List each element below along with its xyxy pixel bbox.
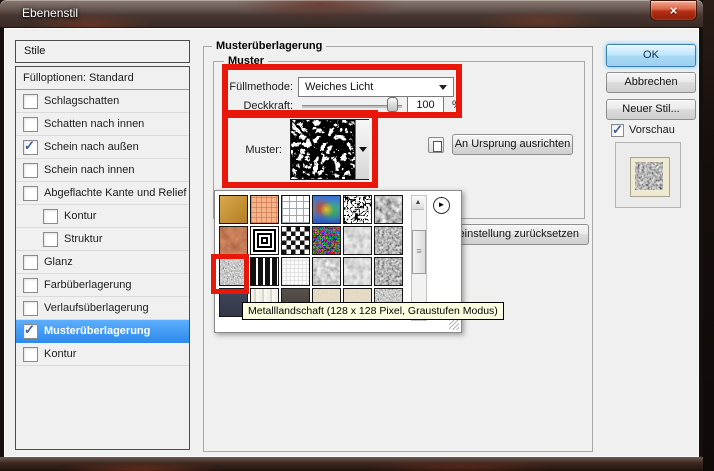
blend-mode-label: Füllmethode: bbox=[229, 81, 293, 93]
style-label: Schein nach außen bbox=[44, 141, 139, 153]
pattern-swatch-confetti[interactable] bbox=[312, 226, 341, 255]
chevron-down-icon bbox=[359, 147, 367, 152]
pattern-swatch-ochre[interactable] bbox=[219, 195, 248, 224]
scrollbar-thumb[interactable]: ≡ bbox=[412, 230, 426, 274]
sidebar-item-glanz[interactable]: Glanz bbox=[16, 251, 189, 274]
sidebar-item-farbüberlagerung[interactable]: Farbüberlagerung bbox=[16, 274, 189, 297]
layer-style-list: Fülloptionen: Standard Schlagschatten Scha… bbox=[15, 66, 190, 450]
style-checkbox[interactable] bbox=[23, 116, 38, 132]
pattern-swatch-op-art-checker[interactable] bbox=[281, 226, 310, 255]
sidebar-item-kontur[interactable]: Kontur bbox=[16, 205, 189, 228]
sidebar-item-verlaufsüberlagerung[interactable]: Verlaufsüberlagerung bbox=[16, 297, 189, 320]
pattern-swatch-faint-grid[interactable] bbox=[281, 257, 310, 286]
style-checkbox[interactable] bbox=[23, 277, 38, 293]
picker-flyout-menu-icon[interactable]: ► bbox=[433, 197, 450, 214]
opacity-label: Deckkraft: bbox=[243, 100, 293, 112]
scroll-up-icon[interactable]: ▲ bbox=[412, 196, 424, 210]
pattern-swatch-dark-noise[interactable] bbox=[374, 226, 403, 255]
sidebar-item-schein-nach-außen[interactable]: ✓ Schein nach außen bbox=[16, 136, 189, 159]
close-button[interactable]: × bbox=[650, 0, 697, 21]
style-checkbox[interactable] bbox=[23, 346, 38, 362]
pattern-swatch-rust[interactable] bbox=[219, 226, 248, 255]
style-label: Verlaufsüberlagerung bbox=[44, 302, 149, 314]
pattern-group-title: Muster bbox=[224, 55, 269, 68]
pattern-swatch-soft-blobs[interactable] bbox=[343, 226, 372, 255]
pattern-swatch-dash-rows[interactable] bbox=[250, 257, 279, 286]
style-label: Schlagschatten bbox=[44, 95, 120, 107]
blend-mode-value: Weiches Licht bbox=[305, 81, 374, 93]
opacity-value-field[interactable]: 100 bbox=[407, 96, 444, 115]
ok-button[interactable]: OK bbox=[606, 44, 696, 67]
check-icon: ✓ bbox=[24, 137, 35, 153]
pattern-swatch-coarse-noise[interactable] bbox=[374, 257, 403, 286]
style-label: Abgeflachte Kante und Relief bbox=[44, 187, 187, 199]
style-checkbox[interactable]: ✓ bbox=[23, 137, 38, 155]
preview-checkbox-label: Vorschau bbox=[629, 124, 675, 136]
sidebar-item-schatten-nach-innen[interactable]: Schatten nach innen bbox=[16, 113, 189, 136]
pattern-tooltip: Metalllandschaft (128 x 128 Pixel, Graus… bbox=[242, 302, 504, 320]
close-icon: × bbox=[669, 3, 678, 18]
style-label: Schein nach innen bbox=[44, 164, 135, 176]
style-preview-inner bbox=[630, 157, 670, 197]
pattern-swatch-cloud-noise[interactable] bbox=[343, 257, 372, 286]
pattern-swatch-ink-scribble[interactable] bbox=[343, 195, 372, 224]
style-checkbox[interactable] bbox=[23, 300, 38, 316]
picker-resize-grip[interactable] bbox=[449, 320, 459, 330]
pattern-overlay-group-title: Musterüberlagerung bbox=[212, 40, 327, 53]
opacity-slider-thumb[interactable] bbox=[387, 97, 398, 112]
style-label: Schatten nach innen bbox=[44, 118, 145, 130]
style-checkbox[interactable] bbox=[43, 208, 58, 224]
pattern-swatch-metal-landscape[interactable] bbox=[219, 257, 248, 286]
check-icon: ✓ bbox=[24, 321, 35, 337]
sidebar-item-musterüberlagerung[interactable]: ✓ Musterüberlagerung bbox=[16, 320, 189, 343]
pattern-swatch-gray-blobs[interactable] bbox=[312, 257, 341, 286]
style-checkbox[interactable]: ✓ bbox=[23, 321, 38, 339]
pattern-swatch-rainbow-blur[interactable] bbox=[312, 195, 341, 224]
sidebar-item-kontur[interactable]: Kontur bbox=[16, 343, 189, 366]
screenshot-root: Ebenenstil × Stile Fülloptionen: Standar… bbox=[0, 0, 714, 471]
pattern-swatch-orange-grid[interactable] bbox=[250, 195, 279, 224]
pattern-swatch-gray-marble[interactable] bbox=[374, 195, 403, 224]
style-checkbox[interactable] bbox=[43, 231, 58, 247]
sidebar-item-struktur[interactable]: Struktur bbox=[16, 228, 189, 251]
window-title: Ebenenstil bbox=[22, 6, 79, 20]
check-icon: ✓ bbox=[612, 122, 623, 137]
style-label: Musterüberlagerung bbox=[44, 325, 151, 337]
pattern-swatch-grid bbox=[219, 195, 403, 317]
style-label: Glanz bbox=[44, 256, 73, 268]
pattern-thumbnail[interactable] bbox=[291, 120, 355, 179]
blend-mode-select[interactable]: Weiches Licht bbox=[298, 77, 454, 97]
pattern-dropdown-strip[interactable] bbox=[355, 120, 369, 179]
sidebar-item-fill-options[interactable]: Fülloptionen: Standard bbox=[16, 67, 189, 90]
new-style-button[interactable]: Neuer Stil... bbox=[606, 99, 696, 120]
cancel-button[interactable]: Abbrechen bbox=[606, 72, 696, 93]
new-pattern-preset-button[interactable] bbox=[428, 137, 444, 153]
sidebar-item-schein-nach-innen[interactable]: Schein nach innen bbox=[16, 159, 189, 182]
styles-list-header: Stile bbox=[15, 40, 190, 63]
new-preset-icon bbox=[433, 141, 442, 152]
style-checkbox[interactable] bbox=[23, 93, 38, 109]
preview-checkbox[interactable]: ✓ bbox=[611, 122, 624, 137]
desktop-background-strip bbox=[703, 0, 714, 471]
window-bottom-frame bbox=[0, 457, 703, 471]
pattern-swatch-white-grid[interactable] bbox=[281, 195, 310, 224]
sidebar-item-schlagschatten[interactable]: Schlagschatten bbox=[16, 90, 189, 113]
style-label: Kontur bbox=[44, 348, 77, 360]
style-preview-pattern bbox=[635, 162, 663, 190]
style-checkbox[interactable] bbox=[23, 254, 38, 270]
title-bar[interactable]: Ebenenstil bbox=[0, 0, 703, 28]
pattern-swatch-concentric-squares[interactable] bbox=[250, 226, 279, 255]
style-label: Farbüberlagerung bbox=[44, 279, 132, 291]
pattern-preview-dropdown[interactable] bbox=[290, 119, 369, 180]
style-checkbox[interactable] bbox=[23, 162, 38, 178]
chevron-down-icon bbox=[439, 85, 447, 90]
sidebar-item-abgeflachte-kante-und-relief[interactable]: Abgeflachte Kante und Relief bbox=[16, 182, 189, 205]
pattern-label: Muster: bbox=[245, 144, 282, 156]
style-label: Struktur bbox=[64, 233, 103, 245]
align-to-origin-button[interactable]: An Ursprung ausrichten bbox=[452, 134, 573, 155]
style-checkbox[interactable] bbox=[23, 185, 38, 201]
opacity-unit-label: % bbox=[452, 99, 462, 111]
style-label: Kontur bbox=[64, 210, 97, 222]
style-preview-swatch bbox=[615, 142, 681, 208]
